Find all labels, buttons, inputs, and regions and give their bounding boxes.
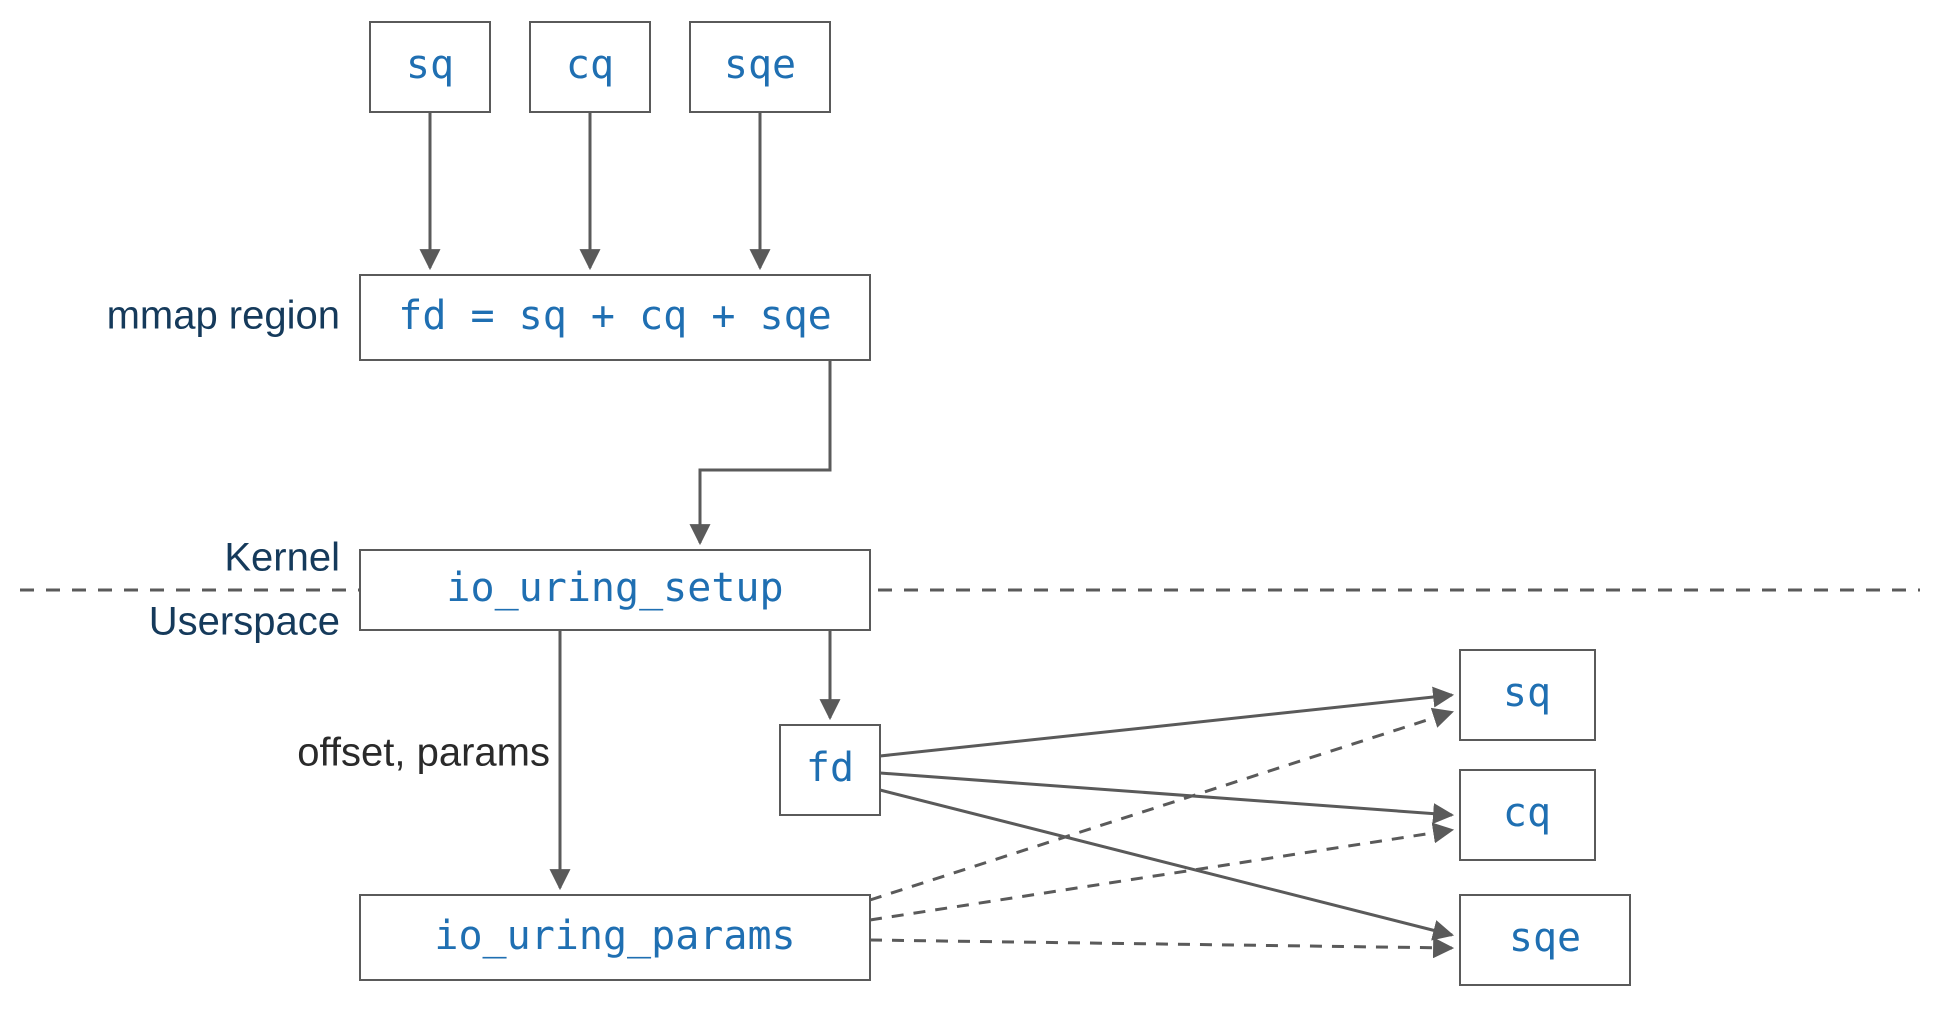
node-mmap-region-label: fd = sq + cq + sqe (398, 293, 831, 339)
node-top-sqe-label: sqe (724, 42, 796, 88)
node-out-sqe-label: sqe (1509, 915, 1581, 961)
node-out-cq-label: cq (1503, 790, 1551, 836)
node-mmap-region: fd = sq + cq + sqe (360, 275, 870, 360)
label-mmap-region: mmap region (107, 294, 340, 338)
io-uring-setup-diagram: sq cq sqe fd = sq + cq + sqe mmap region… (0, 0, 1937, 1029)
node-io-uring-params: io_uring_params (360, 895, 870, 980)
node-fd-label: fd (806, 745, 854, 791)
node-top-cq-label: cq (566, 42, 614, 88)
node-out-sq: sq (1460, 650, 1595, 740)
arrow-fd-to-sqe (880, 790, 1452, 935)
node-out-cq: cq (1460, 770, 1595, 860)
node-top-sqe: sqe (690, 22, 830, 112)
arrow-params-to-sq (870, 712, 1452, 900)
arrow-params-to-sqe (870, 940, 1452, 948)
arrow-mmap-to-setup (700, 360, 830, 543)
node-top-cq: cq (530, 22, 650, 112)
node-io-uring-setup: io_uring_setup (360, 550, 870, 630)
label-userspace: Userspace (149, 600, 340, 644)
arrow-params-to-cq (870, 830, 1452, 920)
node-out-sqe: sqe (1460, 895, 1630, 985)
node-out-sq-label: sq (1503, 670, 1551, 716)
label-kernel: Kernel (224, 536, 340, 580)
node-top-sq-label: sq (406, 42, 454, 88)
arrow-fd-to-sq (880, 695, 1452, 756)
label-offset-params: offset, params (297, 731, 550, 775)
arrow-fd-to-cq (880, 773, 1452, 815)
node-fd: fd (780, 725, 880, 815)
node-top-sq: sq (370, 22, 490, 112)
node-io-uring-params-label: io_uring_params (434, 913, 795, 959)
node-io-uring-setup-label: io_uring_setup (446, 565, 783, 611)
